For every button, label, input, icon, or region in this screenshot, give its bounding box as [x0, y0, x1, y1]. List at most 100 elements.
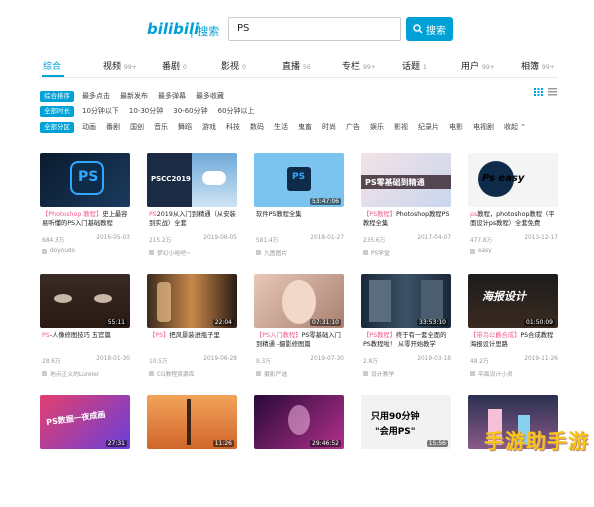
video-duration: 53:47:06: [310, 198, 341, 205]
video-thumbnail[interactable]: PS 53:47:06: [254, 153, 344, 207]
tab-user[interactable]: 用户 99+: [461, 59, 495, 72]
video-card[interactable]: Ps easy ps教程，photoshop教程（平面设计ps教程）全套免费 4…: [468, 153, 558, 265]
video-thumbnail[interactable]: 55:11: [40, 274, 130, 328]
uploader[interactable]: 平面设计小灵: [470, 369, 513, 378]
zone-option[interactable]: 广告: [346, 122, 360, 132]
video-title[interactable]: ps教程，photoshop教程（平面设计ps教程）全套免费: [470, 210, 558, 228]
uploader[interactable]: 九图图片: [256, 248, 287, 257]
duration-option[interactable]: 60分钟以上: [218, 106, 255, 116]
uploader-icon: [42, 371, 47, 376]
uploader[interactable]: 摄影严选: [256, 369, 287, 378]
zone-option[interactable]: 时尚: [322, 122, 336, 132]
video-title[interactable]: PS-人像修图技巧 五官篇: [42, 331, 130, 349]
video-duration: 33:53:10: [417, 319, 448, 326]
uploader[interactable]: CG教程资源库: [149, 369, 195, 378]
video-thumbnail[interactable]: PS零基础到精通: [361, 153, 451, 207]
video-card[interactable]: PS数据一夜成画 27:31: [40, 395, 130, 507]
zone-option[interactable]: 国创: [130, 122, 144, 132]
sort-chip[interactable]: 综合排序: [40, 90, 74, 102]
video-title[interactable]: 【带鸟公爵合成】PS合成教程 海报设计思路: [470, 331, 558, 349]
video-title[interactable]: PS2019从入门到精通（从安装到实战）全套: [149, 210, 237, 228]
video-thumbnail[interactable]: 22:04: [147, 274, 237, 328]
video-card[interactable]: 29:46:52: [254, 395, 344, 507]
video-title[interactable]: 【PS】把风景装进瓶子里: [149, 331, 237, 349]
search-input[interactable]: PS: [228, 17, 401, 41]
video-thumbnail[interactable]: 11:26: [147, 395, 237, 449]
video-card[interactable]: PS 53:47:06 软件PS教程全集 581.4万 2018-01-27 九图…: [254, 153, 344, 265]
video-card[interactable]: 07:31:10 【PS入门教程】PS零基础入门到精通 -摄影修图篇 9.3万 2…: [254, 274, 344, 386]
zone-option[interactable]: 影视: [394, 122, 408, 132]
tab-video[interactable]: 视频 99+: [103, 59, 137, 72]
zone-option[interactable]: 舞蹈: [178, 122, 192, 132]
uploader[interactable]: PS学堂: [363, 248, 390, 257]
video-card[interactable]: PSCC2019 PS2019从入门到精通（从安装到实战）全套 215.2万 20…: [147, 153, 237, 265]
zone-option[interactable]: 数码: [250, 122, 264, 132]
list-view-icon[interactable]: [548, 88, 557, 96]
search-button[interactable]: 搜索: [406, 17, 453, 41]
zone-option[interactable]: 动画: [82, 122, 96, 132]
duration-option[interactable]: 10分钟以下: [82, 106, 119, 116]
video-meta: 10.5万 2019-06-28: [149, 356, 237, 365]
zone-option[interactable]: 游戏: [202, 122, 216, 132]
duration-option[interactable]: 10-30分钟: [129, 106, 163, 116]
thumbnail-text: Ps easy: [482, 173, 525, 184]
uploader-icon: [42, 248, 47, 254]
video-thumbnail[interactable]: 只用90分钟 "会用PS" 15:56: [361, 395, 451, 449]
sort-option[interactable]: 最多收藏: [196, 91, 224, 101]
uploader-icon: [470, 371, 475, 376]
video-card[interactable]: PS 【Photoshop 教程】史上最容易听懂的PS入门基础教程 684.3万…: [40, 153, 130, 265]
video-thumbnail[interactable]: PS数据一夜成画 27:31: [40, 395, 130, 449]
video-card[interactable]: 海报设计 01:50:09 【带鸟公爵合成】PS合成教程 海报设计思路 48.2…: [468, 274, 558, 386]
video-card[interactable]: 11:26: [147, 395, 237, 507]
video-title[interactable]: 【PS教程】终于有一套全面的PS教程啦！ 从零开始教学: [363, 331, 451, 349]
thumbnail-text: PS数据一夜成画: [45, 409, 106, 428]
zone-chip[interactable]: 全部分区: [40, 121, 74, 133]
video-thumbnail[interactable]: PSCC2019: [147, 153, 237, 207]
video-duration: 29:46:52: [310, 440, 341, 447]
tab-all[interactable]: 综合: [43, 59, 61, 72]
tab-topic[interactable]: 话题 1: [402, 59, 427, 72]
video-card[interactable]: PS零基础到精通 【PS教程】Photoshop教程PS教程全集 235.6万 2…: [361, 153, 451, 265]
duration-chip[interactable]: 全部时长: [40, 105, 74, 117]
video-thumbnail[interactable]: 海报设计 01:50:09: [468, 274, 558, 328]
collapse-zones-toggle[interactable]: 收起 ⌃: [504, 122, 526, 132]
tab-movie[interactable]: 影视 0: [221, 59, 246, 72]
tab-article[interactable]: 专栏 99+: [342, 59, 376, 72]
zone-option[interactable]: 音乐: [154, 122, 168, 132]
video-thumbnail[interactable]: 07:31:10: [254, 274, 344, 328]
video-card[interactable]: 只用90分钟 "会用PS" 15:56: [361, 395, 451, 507]
video-thumbnail[interactable]: 33:53:10: [361, 274, 451, 328]
video-thumbnail[interactable]: Ps easy: [468, 153, 558, 207]
video-title[interactable]: 【Photoshop 教程】史上最容易听懂的PS入门基础教程: [42, 210, 130, 228]
uploader[interactable]: easy: [470, 248, 492, 254]
video-thumbnail[interactable]: PS: [40, 153, 130, 207]
video-card[interactable]: 33:53:10 【PS教程】终于有一套全面的PS教程啦！ 从零开始教学 2.8…: [361, 274, 451, 386]
uploader[interactable]: 地点正义的Lureler: [42, 369, 99, 378]
grid-view-icon[interactable]: [534, 88, 543, 96]
zone-option[interactable]: 娱乐: [370, 122, 384, 132]
zone-option[interactable]: 科技: [226, 122, 240, 132]
tab-bangumi[interactable]: 番剧 0: [162, 59, 187, 72]
sort-option[interactable]: 最新发布: [120, 91, 148, 101]
video-card[interactable]: 22:04 【PS】把风景装进瓶子里 10.5万 2019-06-28 CG教程资…: [147, 274, 237, 386]
video-title[interactable]: 软件PS教程全集: [256, 210, 344, 228]
tab-live[interactable]: 直播 56: [282, 59, 311, 72]
uploader[interactable]: doyoudo: [42, 248, 75, 254]
video-title[interactable]: 【PS入门教程】PS零基础入门到精通 -摄影修图篇: [256, 331, 344, 349]
zone-option[interactable]: 纪录片: [418, 122, 439, 132]
video-card[interactable]: 55:11 PS-人像修图技巧 五官篇 28.6万 2018-01-30 地点正义…: [40, 274, 130, 386]
sort-option[interactable]: 最多点击: [82, 91, 110, 101]
video-meta: 9.3万 2019-07-30: [256, 356, 344, 365]
zone-option[interactable]: 生活: [274, 122, 288, 132]
zone-option[interactable]: 电视剧: [473, 122, 494, 132]
zone-option[interactable]: 电影: [449, 122, 463, 132]
video-thumbnail[interactable]: 29:46:52: [254, 395, 344, 449]
uploader[interactable]: 设计教学: [363, 369, 394, 378]
tab-album[interactable]: 相簿 99+: [521, 59, 555, 72]
zone-option[interactable]: 鬼畜: [298, 122, 312, 132]
zone-option[interactable]: 番剧: [106, 122, 120, 132]
sort-option[interactable]: 最多弹幕: [158, 91, 186, 101]
duration-option[interactable]: 30-60分钟: [173, 106, 207, 116]
uploader[interactable]: 梦幻小哈吧~: [149, 248, 191, 257]
video-title[interactable]: 【PS教程】Photoshop教程PS教程全集: [363, 210, 451, 228]
